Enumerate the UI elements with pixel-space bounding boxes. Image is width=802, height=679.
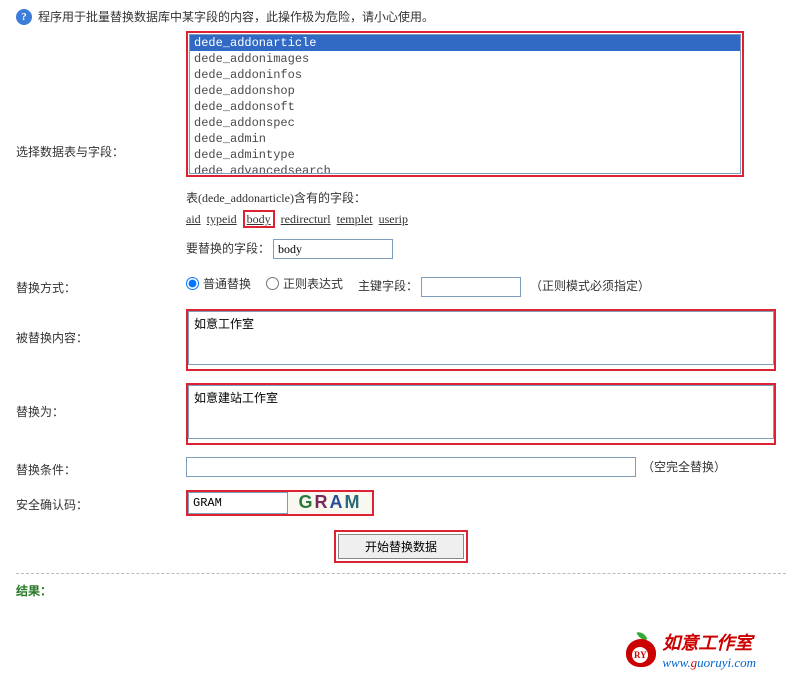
warning-text: 程序用于批量替换数据库中某字段的内容，此操作极为危险，请小心使用。	[38, 8, 434, 25]
label-security-code: 安全确认码：	[16, 492, 186, 513]
condition-input[interactable]	[186, 457, 636, 477]
listbox-item[interactable]: dede_addoninfos	[190, 67, 740, 83]
field-link-typeid[interactable]: typeid	[207, 212, 237, 226]
result-label: 结果：	[16, 582, 786, 599]
label-replace-to: 替换为：	[16, 383, 186, 420]
replaced-content-textarea[interactable]	[188, 311, 774, 365]
field-link-userip[interactable]: userip	[379, 212, 408, 226]
listbox-item[interactable]: dede_addonspec	[190, 115, 740, 131]
listbox-item[interactable]: dede_addonimages	[190, 51, 740, 67]
fields-heading: 表(dede_addonarticle)含有的字段：	[186, 189, 786, 206]
regex-hint: （正则模式必须指定）	[530, 279, 650, 293]
label-table-field: 选择数据表与字段：	[16, 139, 186, 160]
radio-regex[interactable]: 正则表达式	[266, 275, 343, 292]
field-link-redirecturl[interactable]: redirecturl	[281, 212, 331, 226]
label-replaced-content: 被替换内容：	[16, 309, 186, 346]
radio-normal-input[interactable]	[186, 277, 199, 290]
table-listbox[interactable]: dede_addonarticledede_addonimagesdede_ad…	[189, 34, 741, 174]
radio-normal[interactable]: 普通替换	[186, 275, 251, 292]
brand-logo: RY 如意工作室 www.guoruyi.com	[624, 629, 756, 671]
field-link-body[interactable]: body	[243, 210, 275, 228]
listbox-item[interactable]: dede_admintype	[190, 147, 740, 163]
help-icon: ?	[16, 9, 32, 25]
listbox-item[interactable]: dede_addonsoft	[190, 99, 740, 115]
label-field-to-replace: 要替换的字段：	[186, 242, 270, 256]
replace-to-textarea[interactable]	[188, 385, 774, 439]
radio-regex-input[interactable]	[266, 277, 279, 290]
captcha-input[interactable]	[188, 492, 288, 514]
primary-key-input[interactable]	[421, 277, 521, 297]
logo-cn: 如意工作室	[662, 629, 756, 655]
listbox-item[interactable]: dede_addonarticle	[190, 35, 740, 51]
listbox-item[interactable]: dede_admin	[190, 131, 740, 147]
label-primary-key: 主键字段：	[358, 279, 418, 293]
submit-button[interactable]: 开始替换数据	[338, 534, 464, 559]
field-link-aid[interactable]: aid	[186, 212, 201, 226]
field-link-templet[interactable]: templet	[337, 212, 373, 226]
condition-hint: （空完全替换）	[642, 460, 726, 474]
divider	[16, 573, 786, 574]
captcha-image[interactable]: GRAM	[288, 492, 372, 514]
listbox-item[interactable]: dede_advancedsearch	[190, 163, 740, 174]
fields-list: aid typeid body redirecturl templet userip	[186, 212, 786, 227]
listbox-item[interactable]: dede_addonshop	[190, 83, 740, 99]
label-replace-mode: 替换方式：	[16, 275, 186, 296]
label-replace-condition: 替换条件：	[16, 457, 186, 478]
field-input[interactable]	[273, 239, 393, 259]
